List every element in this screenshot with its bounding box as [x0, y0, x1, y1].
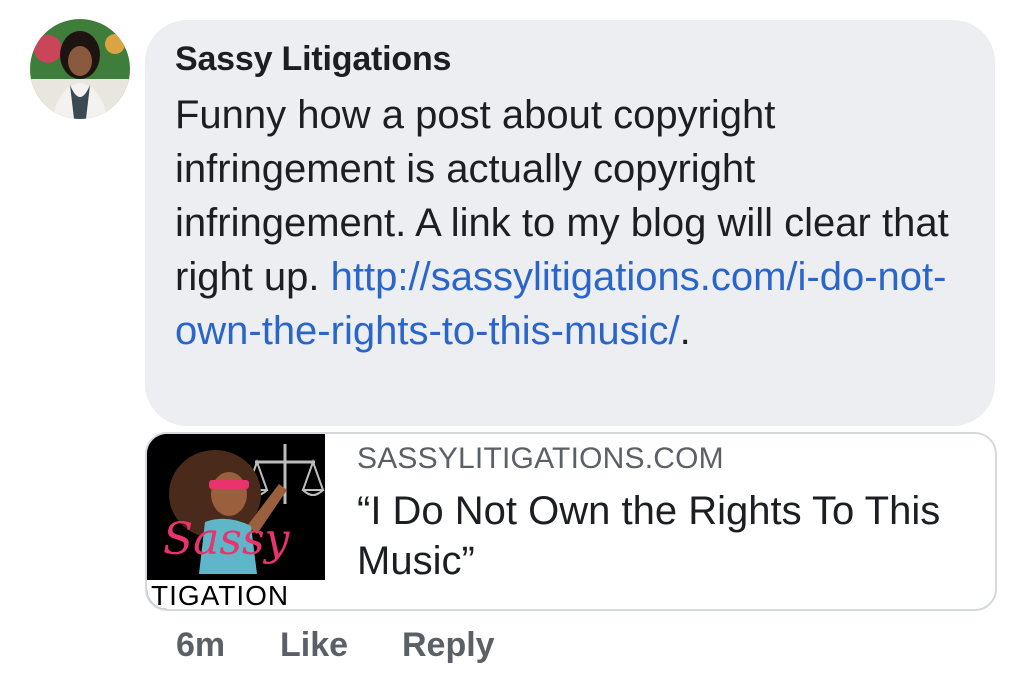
svg-text:TIGATION: TIGATION [151, 580, 289, 609]
sassy-litigations-logo: Sassy TIGATION [147, 434, 325, 609]
svg-text:Sassy: Sassy [163, 514, 291, 565]
comment-author-name[interactable]: Sassy Litigations [175, 40, 451, 79]
link-preview-card[interactable]: Sassy TIGATION SASSYLITIGATIONS.COM “I D… [145, 432, 997, 611]
link-preview-title: “I Do Not Own the Rights To This Music” [357, 489, 941, 583]
author-avatar[interactable] [30, 19, 130, 119]
link-preview-thumbnail: Sassy TIGATION [147, 434, 325, 609]
link-preview-domain: SASSYLITIGATIONS.COM [357, 442, 724, 475]
comment-timestamp: 6m [176, 626, 226, 664]
like-button[interactable]: Like [280, 626, 348, 665]
comment-trailing-punct: . [679, 309, 691, 353]
reply-button[interactable]: Reply [402, 626, 495, 665]
avatar-image [30, 19, 130, 119]
comment-body: Funny how a post about copyright infring… [175, 88, 975, 358]
